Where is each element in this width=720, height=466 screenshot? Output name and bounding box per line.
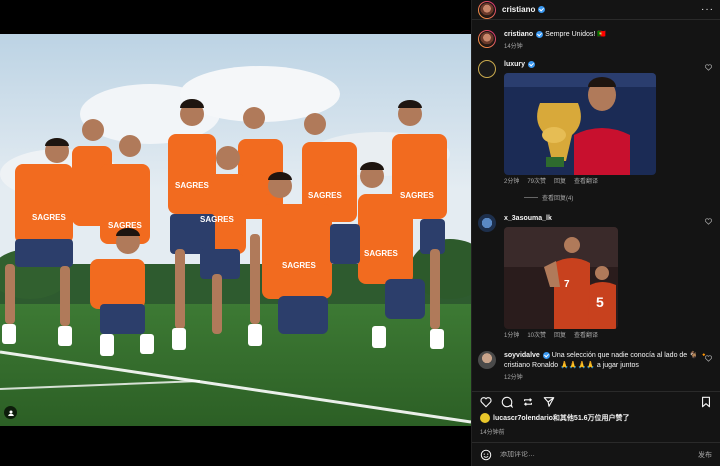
reply-button[interactable]: 回复 (554, 331, 566, 341)
svg-text:7: 7 (564, 279, 570, 290)
verified-badge-icon (542, 351, 550, 359)
post-details-panel: cristiano ··· cristiano Sempre Unidos! 🇵… (471, 0, 720, 466)
translate-button[interactable]: 查看翻译 (574, 331, 598, 341)
heart-icon[interactable] (480, 396, 492, 408)
post-photo[interactable]: SAGRES SAGRES SAGRES SAGRES SAGRES SAGRES S… (0, 34, 471, 426)
list-item: luxury 2分钟 79次赞 回复 查看翻译 (478, 60, 714, 187)
media-pane: SAGRES SAGRES SAGRES SAGRES SAGRES SAGRES S… (0, 0, 471, 466)
commenter-avatar[interactable] (478, 60, 496, 78)
svg-text:SAGRES: SAGRES (282, 261, 316, 270)
author-avatar[interactable] (478, 0, 496, 19)
comment-text-end: 🙏🙏🙏🙏 a jugar juntos (560, 362, 639, 369)
list-item: soyvidalve Una selección que nadie conoc… (478, 351, 714, 383)
post-comment-button[interactable]: 发布 (698, 450, 712, 460)
commenter-username[interactable]: x_3asouma_lk (504, 215, 552, 222)
svg-text:SAGRES: SAGRES (400, 191, 434, 200)
bookmark-icon[interactable] (700, 396, 712, 408)
commenter-username[interactable]: soyvidalve (504, 352, 540, 359)
view-replies-button[interactable]: 查看回复(4) (524, 193, 714, 202)
reply-button[interactable]: 回复 (554, 177, 566, 187)
comment-likes[interactable]: 10次赞 (527, 331, 546, 341)
comment-image[interactable]: 5 7 (504, 227, 618, 329)
commenter-avatar[interactable] (478, 214, 496, 232)
caption-avatar[interactable] (478, 30, 496, 48)
svg-text:SAGRES: SAGRES (32, 213, 66, 222)
svg-text:SAGRES: SAGRES (175, 181, 209, 190)
user-tag-icon[interactable] (4, 406, 17, 419)
comments-list[interactable]: cristiano Sempre Unidos! 🇵🇹 14分钟 luxury (472, 24, 720, 384)
comment-image[interactable] (504, 73, 656, 175)
author-username[interactable]: cristiano (502, 5, 535, 14)
liker-username[interactable]: lucascr7olendario (493, 415, 553, 422)
repost-icon[interactable] (522, 396, 534, 408)
post-viewer: SAGRES SAGRES SAGRES SAGRES SAGRES SAGRES S… (0, 0, 720, 466)
likes-summary[interactable]: lucascr7olendario 和其他51.6万位用户赞了 (480, 413, 714, 423)
caption-time: 14分钟 (504, 44, 523, 50)
liker-avatar[interactable] (480, 413, 490, 423)
list-item: x_3asouma_lk 5 7 1分钟 10次赞 回复 查看翻译 (478, 214, 714, 341)
caption: cristiano Sempre Unidos! 🇵🇹 14分钟 (478, 30, 714, 52)
caption-username[interactable]: cristiano (504, 31, 533, 38)
heart-icon[interactable] (705, 218, 712, 225)
share-icon[interactable] (543, 396, 555, 408)
svg-text:5: 5 (596, 294, 604, 310)
team-photo-illustration: SAGRES SAGRES SAGRES SAGRES SAGRES SAGRES S… (0, 34, 471, 426)
comment-time: 2分钟 (504, 179, 520, 185)
svg-text:SAGRES: SAGRES (200, 215, 234, 224)
comment-text: Una selección que nadie conocía al lado … (551, 352, 698, 359)
comment-time: 1分钟 (504, 333, 520, 339)
caption-text: Sempre Unidos! 🇵🇹 (545, 31, 606, 38)
heart-icon[interactable] (705, 64, 712, 71)
post-timestamp: 14分钟前 (480, 430, 505, 436)
verified-badge-icon (528, 60, 536, 68)
translate-button[interactable]: 查看翻译 (574, 177, 598, 187)
emoji-icon[interactable] (480, 449, 492, 461)
commenter-avatar[interactable] (478, 351, 496, 369)
likes-count[interactable]: 和其他51.6万位用户赞了 (553, 413, 630, 423)
commenter-username[interactable]: luxury (504, 61, 525, 68)
verified-badge-icon (536, 30, 544, 38)
heart-icon[interactable] (705, 355, 712, 362)
svg-text:SAGRES: SAGRES (364, 249, 398, 258)
svg-text:SAGRES: SAGRES (308, 191, 342, 200)
add-comment-bar: 发布 (472, 442, 720, 466)
post-header: cristiano ··· (472, 0, 720, 20)
post-actions (472, 391, 720, 411)
svg-text:SAGRES: SAGRES (108, 221, 142, 230)
comment-time: 12分钟 (504, 375, 523, 381)
verified-badge-icon (538, 6, 546, 13)
comment-icon[interactable] (501, 396, 513, 408)
comment-input[interactable] (500, 451, 698, 458)
more-horizontal-icon[interactable]: ··· (701, 4, 714, 15)
comment-likes[interactable]: 79次赞 (527, 177, 546, 187)
